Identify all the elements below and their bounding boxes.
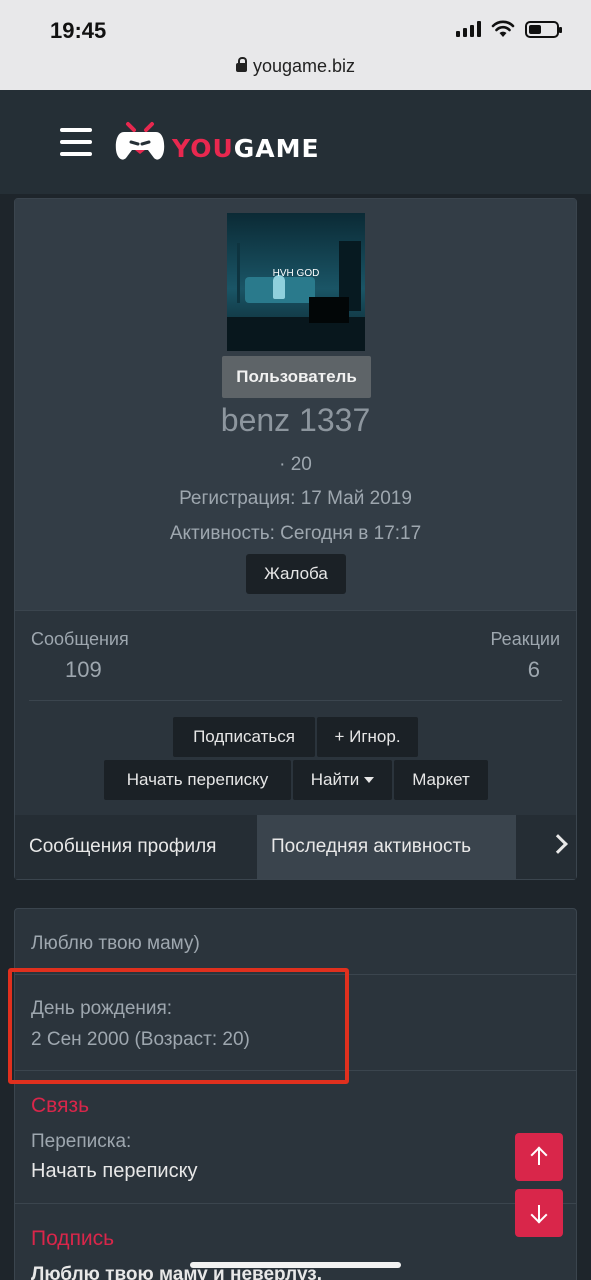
reactions-label: Реакции xyxy=(490,629,560,649)
status-time: 19:45 xyxy=(50,18,107,43)
birthday-highlight-annotation xyxy=(8,968,349,1084)
find-dropdown-button[interactable]: Найти xyxy=(293,760,392,800)
tab-latest-activity[interactable]: Последняя активность xyxy=(257,815,516,879)
username: benz 1337 xyxy=(220,402,371,438)
report-button[interactable]: Жалоба xyxy=(246,554,346,594)
wifi-icon xyxy=(491,20,515,37)
subscribe-button[interactable]: Подписаться xyxy=(173,717,315,757)
profile-stats: Сообщения 109 Реакции 6 xyxy=(15,610,576,700)
gamepad-logo-icon[interactable] xyxy=(114,120,166,164)
start-conversation-button[interactable]: Начать переписку xyxy=(104,760,291,800)
battery-icon xyxy=(525,20,562,38)
tabs-scroll-right[interactable] xyxy=(518,815,576,879)
profile-header: HVH GOD Пользователь benz 1337 · 20 Реги… xyxy=(15,199,576,610)
registration-date: Регистрация: 17 Май 2019 xyxy=(179,488,412,509)
arrow-up-icon xyxy=(530,1146,548,1166)
avatar[interactable]: HVH GOD xyxy=(227,213,365,351)
conversation-label: Переписка: xyxy=(31,1131,132,1152)
start-conversation-link[interactable]: Начать переписку xyxy=(31,1160,198,1183)
last-activity: Активность: Сегодня в 17:17 xyxy=(169,523,422,544)
address-bar[interactable]: yougame.biz xyxy=(0,56,591,77)
lock-icon xyxy=(235,57,247,72)
url-text: yougame.biz xyxy=(252,56,356,76)
caret-down-icon xyxy=(364,777,375,783)
arrow-down-icon xyxy=(530,1204,548,1224)
avatar-caption: HVH GOD xyxy=(272,268,320,279)
tab-profile-posts[interactable]: Сообщения профиля xyxy=(15,815,257,879)
profile-card: HVH GOD Пользователь benz 1337 · 20 Реги… xyxy=(14,198,577,880)
messages-count[interactable]: 109 xyxy=(65,657,102,683)
home-indicator[interactable] xyxy=(190,1262,401,1268)
status-bar: 19:45 yougame.biz xyxy=(0,0,591,90)
user-role-badge: Пользователь xyxy=(222,356,371,398)
scroll-top-button[interactable] xyxy=(515,1133,563,1181)
scroll-bottom-button[interactable] xyxy=(515,1189,563,1237)
divider xyxy=(15,1203,576,1204)
market-button[interactable]: Маркет xyxy=(394,760,488,800)
messages-label: Сообщения xyxy=(31,629,129,649)
reactions-count[interactable]: 6 xyxy=(528,657,540,683)
about-card: Люблю твою маму) День рождения: 2 Сен 20… xyxy=(14,908,577,1280)
user-meta: · 20 xyxy=(279,454,312,475)
status-icons xyxy=(456,20,562,38)
signature-section-title: Подпись xyxy=(31,1227,115,1250)
ignore-button[interactable]: + Игнор. xyxy=(317,717,418,757)
menu-icon[interactable] xyxy=(60,128,92,156)
site-logo[interactable]: YOUGAME xyxy=(172,134,320,163)
profile-tabs: Сообщения профиля Последняя активность xyxy=(15,815,576,879)
user-status-text: Люблю твою маму) xyxy=(31,933,200,954)
find-label: Найти xyxy=(310,770,360,789)
divider xyxy=(29,700,562,701)
contact-section-title: Связь xyxy=(31,1094,90,1117)
site-header: YOUGAME xyxy=(0,90,591,194)
cellular-signal-icon xyxy=(456,21,481,37)
